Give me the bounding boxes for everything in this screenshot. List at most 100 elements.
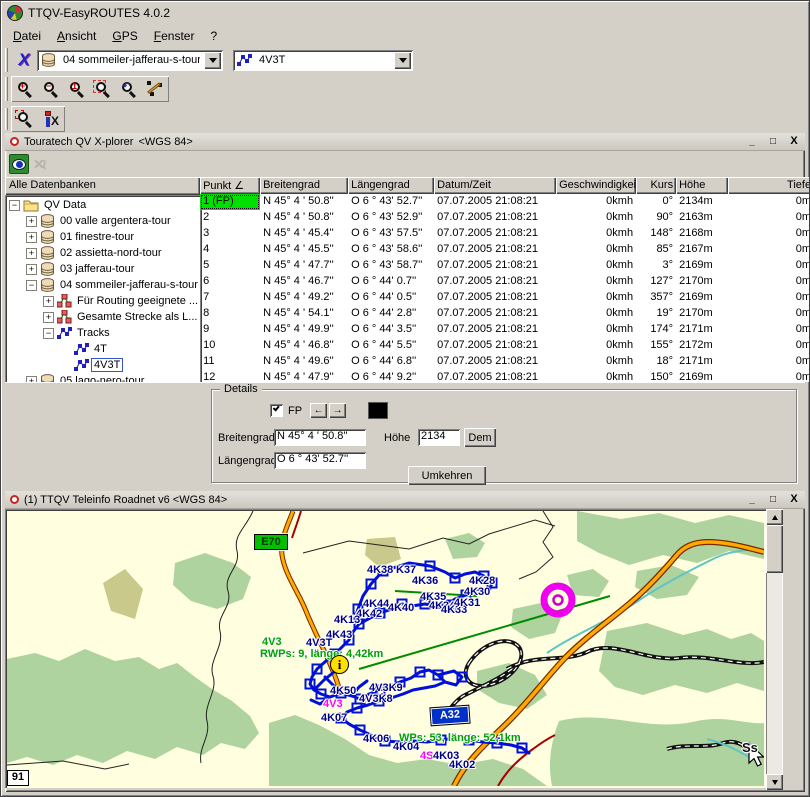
toolbar-grip[interactable]: [5, 77, 8, 101]
column-header-punkt[interactable]: Punkt ∠: [200, 177, 260, 194]
cell-speed: 0kmh: [556, 194, 636, 210]
umkehren-button[interactable]: Umkehren: [408, 466, 486, 485]
menu-item-ansicht[interactable]: Ansicht: [49, 27, 104, 45]
next-point-button[interactable]: →: [329, 403, 346, 418]
track-color-swatch[interactable]: [368, 402, 388, 419]
cell-hoehe: 2171m: [676, 354, 728, 370]
toolbar-grip[interactable]: [5, 108, 8, 130]
map-canvas[interactable]: 4K38K374K364K284K304K354K344K334K314K444…: [5, 509, 766, 788]
menu-item-[interactable]: ?: [202, 27, 225, 45]
tour-combobox[interactable]: 04 sommeiler-jafferau-s-tour: [37, 50, 223, 71]
column-header-tiefe[interactable]: Tiefe: [728, 177, 810, 194]
table-row[interactable]: 3N 45° 4 ' 45.4''O 6 ° 43' 57.5''07.07.2…: [200, 226, 810, 242]
cell-lon: O 6 ° 44' 0.7'': [348, 274, 434, 290]
column-header-l-ngengrad[interactable]: Längengrad: [348, 177, 434, 194]
expand-icon[interactable]: +: [26, 232, 37, 243]
map-close-button[interactable]: X: [786, 493, 802, 507]
map-scroll-down-button[interactable]: [766, 774, 783, 790]
table-row[interactable]: 4N 45° 4 ' 45.5''O 6 ° 43' 58.6''07.07.2…: [200, 242, 810, 258]
tree-item-02-assietta-nord-tour[interactable]: +02 assietta-nord-tour: [7, 245, 200, 261]
tree-item-05-lago-nero-tour[interactable]: +05 lago-nero-tour: [7, 373, 200, 382]
collapse-icon[interactable]: −: [43, 328, 54, 339]
column-header-breitengrad[interactable]: Breitengrad: [260, 177, 348, 194]
cell-tiefe: 0m: [728, 354, 810, 370]
fp-checkbox[interactable]: [270, 404, 283, 417]
tree-header[interactable]: Alle Datenbanken: [5, 177, 200, 195]
toolbar-grip[interactable]: [5, 48, 8, 72]
track-combobox[interactable]: 4V3T: [233, 50, 413, 71]
menu-item-gps[interactable]: GPS: [104, 27, 145, 45]
map-info-icon[interactable]: i: [330, 655, 349, 674]
tree-item-00-valle-argentera-tour[interactable]: +00 valle argentera-tour: [7, 213, 200, 229]
expand-icon[interactable]: +: [43, 296, 54, 307]
map-label-4v3: 4V3: [262, 636, 282, 648]
zoom-select-button[interactable]: [12, 107, 38, 131]
track-combobox-dropdown-button[interactable]: [394, 52, 411, 69]
zoom-previous-button[interactable]: ↶: [116, 77, 142, 101]
table-row[interactable]: 7N 45° 4 ' 49.2''O 6 ° 44' 0.5''07.07.20…: [200, 290, 810, 306]
map-maximize-button[interactable]: □: [765, 493, 781, 507]
table-row[interactable]: 1 (FP)N 45° 4 ' 50.8''O 6 ° 43' 52.7''07…: [200, 194, 810, 210]
breitengrad-input[interactable]: N 45° 4 ' 50.8'': [274, 429, 366, 446]
previous-point-button[interactable]: ←: [310, 403, 327, 418]
table-row[interactable]: 12N 45° 4 ' 47.9''O 6 ° 44' 9.2''07.07.2…: [200, 370, 810, 382]
menu-item-fenster[interactable]: Fenster: [146, 27, 203, 45]
table-row[interactable]: 11N 45° 4 ' 49.6''O 6 ° 44' 6.8''07.07.2…: [200, 354, 810, 370]
measure-distance-button[interactable]: [142, 77, 168, 101]
column-header-kurs[interactable]: Kurs: [636, 177, 676, 194]
map-scrollbar-thumb[interactable]: [766, 525, 783, 573]
dem-button[interactable]: Dem: [464, 428, 496, 447]
tour-combobox-dropdown-button[interactable]: [204, 52, 221, 69]
expand-icon[interactable]: +: [26, 248, 37, 259]
table-row[interactable]: 5N 45° 4 ' 47.7''O 6 ° 43' 58.7''07.07.2…: [200, 258, 810, 274]
tree-item-tracks[interactable]: −Tracks: [7, 325, 200, 341]
delete-waypoint-button[interactable]: X: [38, 107, 64, 131]
column-header-geschwindigkeit[interactable]: Geschwindigkeit: [556, 177, 636, 194]
table-row[interactable]: 2N 45° 4 ' 50.8''O 6 ° 43' 52.9''07.07.2…: [200, 210, 810, 226]
table-row[interactable]: 8N 45° 4 ' 54.1''O 6 ° 44' 2.8''07.07.20…: [200, 306, 810, 322]
tree-item-4t[interactable]: 4T: [7, 341, 200, 357]
menu-bar: DateiAnsichtGPSFenster?: [1, 25, 809, 46]
xplorer-minimize-button[interactable]: _: [744, 135, 760, 149]
column-header-h-he[interactable]: Höhe: [676, 177, 728, 194]
xplorer-titlebar[interactable]: Touratech QV X-plorer <WGS 84> _ □ X: [5, 133, 805, 151]
collapse-icon[interactable]: −: [9, 200, 20, 211]
table-row[interactable]: 9N 45° 4 ' 49.9''O 6 ° 44' 3.5''07.07.20…: [200, 322, 810, 338]
tree-item-04-sommeiler-jafferau-s-tour[interactable]: −04 sommeiler-jafferau-s-tour: [7, 277, 200, 293]
expand-icon[interactable]: +: [26, 264, 37, 275]
laengengrad-input[interactable]: O 6 ° 43' 52.7'': [274, 452, 366, 469]
tree-item-01-finestre-tour[interactable]: +01 finestre-tour: [7, 229, 200, 245]
zoom-out-button[interactable]: −: [38, 77, 64, 101]
tree-item-f-r-routing-geeignete-[interactable]: +Für Routing geeignete ...: [7, 293, 200, 309]
tree-item-4v3t[interactable]: 4V3T: [7, 357, 200, 373]
cell-tiefe: 0m: [728, 306, 810, 322]
table-row[interactable]: 10N 45° 4 ' 46.8''O 6 ° 44' 5.5''07.07.2…: [200, 338, 810, 354]
xplorer-close-button[interactable]: X: [786, 135, 802, 149]
column-header-datum-zeit[interactable]: Datum/Zeit: [434, 177, 556, 194]
cell-tiefe: 0m: [728, 194, 810, 210]
table-row[interactable]: 6N 45° 4 ' 46.7''O 6 ° 44' 0.7''07.07.20…: [200, 274, 810, 290]
cell-lon: O 6 ° 44' 5.5'': [348, 338, 434, 354]
show-on-map-button[interactable]: [9, 154, 29, 174]
xplorer-maximize-button[interactable]: □: [765, 135, 781, 149]
zoom-rectangle-button[interactable]: [90, 77, 116, 101]
details-area: Details FP ← → Breitengrad N 45° 4 ' 50.…: [5, 382, 805, 489]
menu-item-datei[interactable]: Datei: [5, 27, 49, 45]
cell-hoehe: 2171m: [676, 322, 728, 338]
map-minimize-button[interactable]: _: [744, 493, 760, 507]
map-titlebar[interactable]: (1) TTQV Teleinfo Roadnet v6 <WGS 84> _ …: [5, 491, 805, 509]
close-tour-button[interactable]: X: [11, 48, 37, 72]
expand-icon[interactable]: +: [26, 216, 37, 227]
zoom-in-button[interactable]: +: [12, 77, 38, 101]
cell-speed: 0kmh: [556, 370, 636, 382]
cell-speed: 0kmh: [556, 258, 636, 274]
map-scroll-up-button[interactable]: [766, 509, 783, 525]
hoehe-input[interactable]: 2134: [418, 429, 460, 446]
tree-item-gesamte-strecke-als-l-[interactable]: +Gesamte Strecke als L...: [7, 309, 200, 325]
expand-icon[interactable]: +: [43, 312, 54, 323]
tree-item-03-jafferau-tour[interactable]: +03 jafferau-tour: [7, 261, 200, 277]
tree-item-qv-data[interactable]: −QV Data: [7, 197, 200, 213]
collapse-icon[interactable]: −: [26, 280, 37, 291]
zoom-100-button[interactable]: 1: [64, 77, 90, 101]
map-scrollbar[interactable]: [766, 509, 783, 790]
